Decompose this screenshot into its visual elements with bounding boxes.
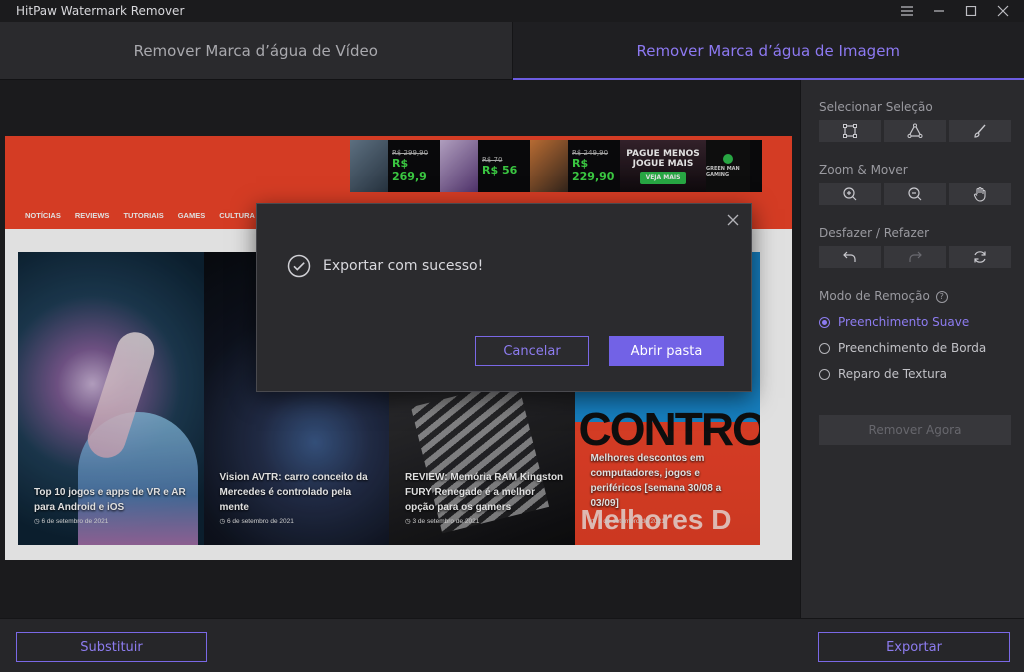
radio-icon [819,316,830,328]
brush-select-icon[interactable] [949,120,1011,142]
maximize-icon[interactable] [964,4,978,18]
menu-icon[interactable] [900,4,914,18]
hand-pan-icon[interactable] [949,183,1011,205]
app-title: HitPaw Watermark Remover [16,4,185,18]
tools-panel: Selecionar Seleção Zoom & Mover Desfazer… [800,80,1024,618]
zoom-tools [819,183,1011,205]
close-icon[interactable] [727,211,741,226]
bottom-bar: Substituir Exportar [0,618,1024,672]
export-button[interactable]: Exportar [818,632,1010,662]
mode-smooth-fill[interactable]: Preenchimento Suave [819,315,969,329]
dialog-message: Exportar com sucesso! [287,254,483,278]
minimize-icon[interactable] [932,4,946,18]
preview-canvas[interactable]: R$ 299,90 R$ 269,9 R$ 70 R$ 56 R$ 249,90… [0,80,800,618]
open-folder-button[interactable]: Abrir pasta [609,336,724,366]
removal-mode-label: Modo de Remoção? [819,289,948,303]
app-window: HitPaw Watermark Remover Remover Marca d… [0,0,1024,672]
title-bar: HitPaw Watermark Remover [0,0,1024,22]
mode-tabs: Remover Marca d’água de Vídeo Remover Ma… [0,22,1024,80]
export-success-dialog: Exportar com sucesso! Cancelar Abrir pas… [256,203,752,392]
undo-icon[interactable] [819,246,881,268]
undo-label: Desfazer / Refazer [819,226,930,240]
dialog-text: Exportar com sucesso! [323,258,484,274]
radio-icon [819,342,830,354]
remove-now-button[interactable]: Remover Agora [819,415,1011,445]
redo-icon[interactable] [884,246,946,268]
check-circle-icon [287,254,311,278]
history-tools [819,246,1011,268]
tab-video[interactable]: Remover Marca d’água de Vídeo [0,22,513,79]
selection-tools [819,120,1011,142]
selection-label: Selecionar Seleção [819,100,933,114]
zoom-label: Zoom & Mover [819,163,908,177]
rectangle-select-icon[interactable] [819,120,881,142]
replace-button[interactable]: Substituir [16,632,207,662]
radio-icon [819,368,830,380]
reset-icon[interactable] [949,246,1011,268]
tab-image[interactable]: Remover Marca d’água de Imagem [512,22,1024,80]
mode-edge-fill[interactable]: Preenchimento de Borda [819,341,986,355]
polygon-select-icon[interactable] [884,120,946,142]
close-window-icon[interactable] [996,4,1010,18]
zoom-out-icon[interactable] [884,183,946,205]
help-icon[interactable]: ? [935,290,948,303]
mode-texture-repair[interactable]: Reparo de Textura [819,367,947,381]
zoom-in-icon[interactable] [819,183,881,205]
cancel-button[interactable]: Cancelar [475,336,589,366]
window-controls [900,0,1010,22]
